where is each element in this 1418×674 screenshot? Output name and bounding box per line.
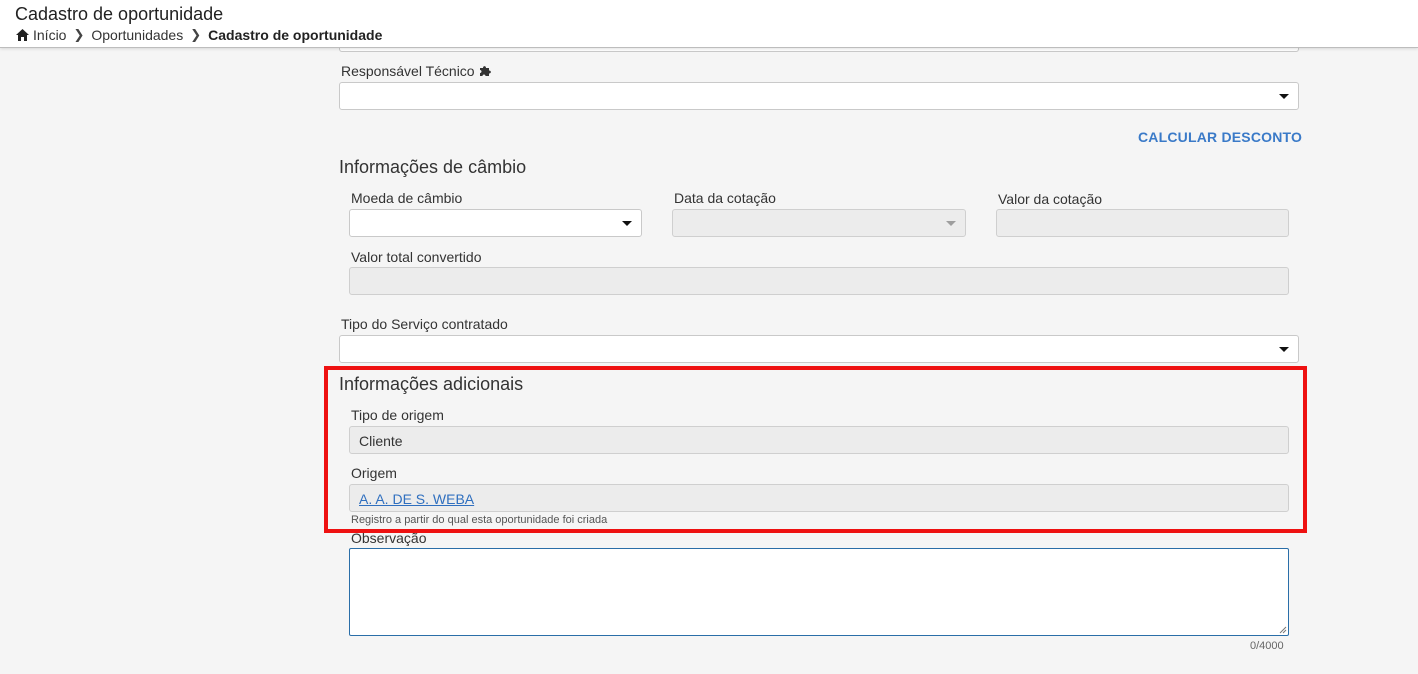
observacao-label: Observação: [351, 530, 427, 546]
data-cotacao-label: Data da cotação: [674, 190, 776, 206]
valor-total-convertido-field: [349, 267, 1289, 295]
resize-handle-icon[interactable]: [1279, 626, 1287, 634]
chevron-right-icon: ❯: [190, 27, 202, 42]
chevron-right-icon: ❯: [73, 27, 85, 42]
breadcrumb-current: Cadastro de oportunidade: [208, 27, 383, 43]
caret-down-icon: [1279, 94, 1289, 99]
observacao-counter: 0/4000: [1250, 640, 1284, 652]
caret-down-icon: [946, 221, 956, 226]
breadcrumb: Início ❯ Oportunidades ❯ Cadastro de opo…: [16, 27, 382, 43]
puzzle-icon: [479, 66, 491, 76]
valor-cotacao-label: Valor da cotação: [998, 191, 1103, 207]
data-cotacao-select: [672, 209, 966, 237]
caret-down-icon: [1279, 347, 1289, 352]
valor-cotacao-field: [996, 209, 1289, 237]
breadcrumb-oportunidades[interactable]: Oportunidades: [91, 27, 183, 43]
calcular-desconto-button[interactable]: CALCULAR DESCONTO: [1138, 129, 1302, 145]
breadcrumb-inicio[interactable]: Início: [33, 27, 66, 43]
responsavel-tecnico-label: Responsável Técnico: [341, 63, 492, 79]
moeda-cambio-label: Moeda de câmbio: [351, 190, 463, 206]
highlight-box: [324, 366, 1307, 533]
tipo-servico-label: Tipo do Serviço contratado: [341, 316, 508, 332]
page-header: Cadastro de oportunidade Início ❯ Oportu…: [0, 0, 1418, 48]
caret-down-icon: [622, 221, 632, 226]
home-icon: [16, 29, 29, 41]
observacao-textarea[interactable]: [349, 548, 1289, 636]
cambio-section-title: Informações de câmbio: [339, 157, 527, 177]
moeda-cambio-select[interactable]: [349, 209, 642, 237]
tipo-servico-select[interactable]: [339, 335, 1299, 363]
responsavel-tecnico-select[interactable]: [339, 82, 1299, 110]
page-title: Cadastro de oportunidade: [15, 4, 224, 24]
valor-total-convertido-label: Valor total convertido: [351, 249, 482, 265]
